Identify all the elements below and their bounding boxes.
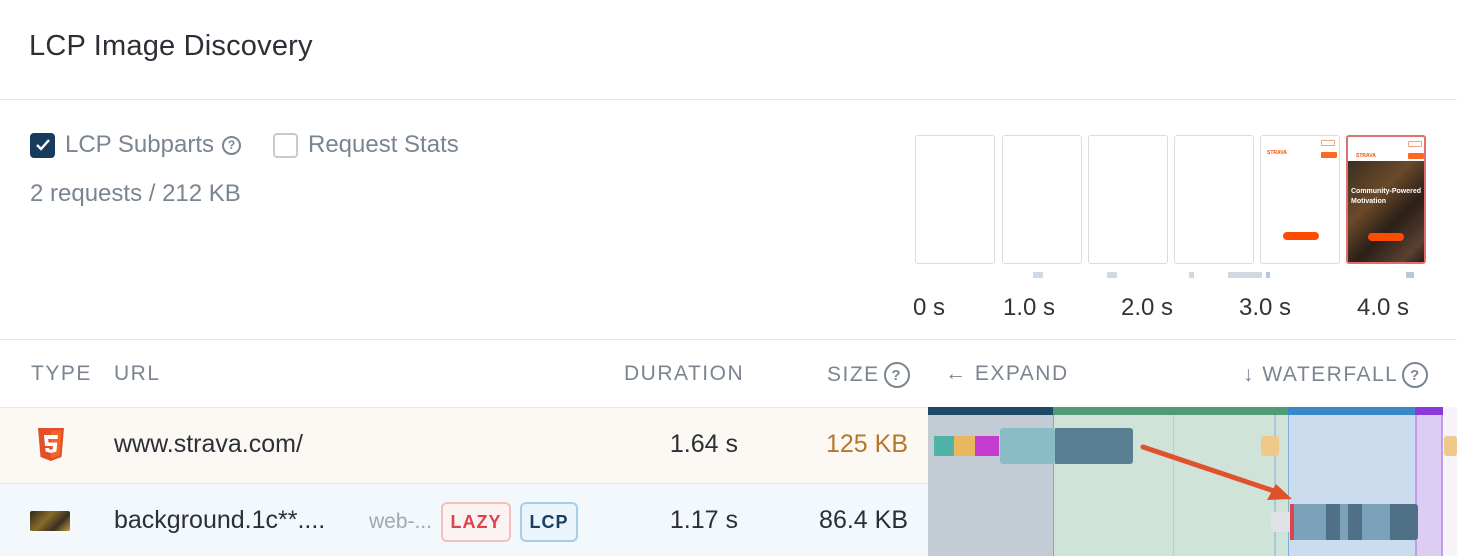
request-duration: 1.64 s <box>669 430 738 458</box>
time-label: 1.0 s <box>1003 294 1056 321</box>
filmstrip-frame-lcp[interactable]: STRAVA Community-Powered Motivation <box>1346 135 1426 264</box>
page-title: LCP Image Discovery <box>29 30 313 62</box>
request-url[interactable]: www.strava.com/ <box>114 430 303 459</box>
table-header: TYPE URL DURATION SIZE ? ← EXPAND ↓ WATE… <box>0 340 1457 407</box>
waterfall-button[interactable]: ↓ WATERFALL ? <box>1243 362 1429 388</box>
panel-header: LCP Image Discovery <box>0 0 1457 100</box>
help-icon[interactable]: ? <box>1402 362 1429 388</box>
help-icon[interactable]: ? <box>221 135 241 155</box>
html5-icon <box>36 428 66 467</box>
waterfall-label: ↓ WATERFALL <box>1243 363 1399 386</box>
lazy-badge: LAZY <box>441 502 511 542</box>
table-row[interactable]: background.1c**.... web-... LAZY LCP 1.1… <box>0 483 928 556</box>
check-icon <box>35 139 50 151</box>
filmstrip-frame[interactable] <box>1088 135 1168 264</box>
request-size: 125 KB <box>825 430 908 458</box>
time-label: 4.0 s <box>1357 294 1410 321</box>
filmstrip-frame[interactable]: STRAVA <box>1260 135 1340 264</box>
column-size[interactable]: SIZE ? <box>827 362 910 388</box>
time-label: 3.0 s <box>1239 294 1292 321</box>
lcp-subparts-checkbox[interactable] <box>30 132 55 158</box>
filmstrip-frame[interactable] <box>1174 135 1254 264</box>
request-url[interactable]: background.1c**.... <box>114 506 325 535</box>
strava-logo: STRAVA <box>1267 150 1287 156</box>
lcp-badge: LCP <box>520 502 578 542</box>
time-label: 2.0 s <box>1121 294 1174 321</box>
filmstrip-frame[interactable] <box>1002 135 1082 264</box>
options-bar: LCP Subparts ? Request Stats <box>30 131 459 159</box>
time-label: 0 s <box>913 294 946 321</box>
hero-headline: Community-Powered Motivation <box>1351 188 1422 205</box>
column-duration[interactable]: DURATION <box>624 362 744 386</box>
image-thumbnail <box>30 511 70 531</box>
discovery-arrow-icon <box>1140 444 1292 500</box>
request-domain: web-... <box>369 510 433 533</box>
table-row[interactable]: www.strava.com/ 1.64 s 125 KB <box>0 407 928 483</box>
strava-logo: STRAVA <box>1356 153 1376 159</box>
expand-button[interactable]: ← EXPAND <box>945 362 1069 386</box>
signup-button-thumb <box>1283 232 1319 240</box>
column-size-label: SIZE <box>827 363 880 386</box>
request-duration: 1.17 s <box>669 506 738 534</box>
column-type: TYPE <box>31 362 92 385</box>
request-stats-label[interactable]: Request Stats <box>308 131 459 159</box>
help-icon[interactable]: ? <box>883 362 910 388</box>
filmstrip-frame[interactable] <box>915 135 995 264</box>
waterfall-chart[interactable] <box>928 407 1457 556</box>
request-size: 86.4 KB <box>819 506 908 534</box>
lcp-subparts-label[interactable]: LCP Subparts <box>65 131 214 159</box>
request-summary: 2 requests / 212 KB <box>30 180 241 207</box>
request-stats-checkbox[interactable] <box>272 132 298 158</box>
column-url[interactable]: URL <box>114 362 161 386</box>
